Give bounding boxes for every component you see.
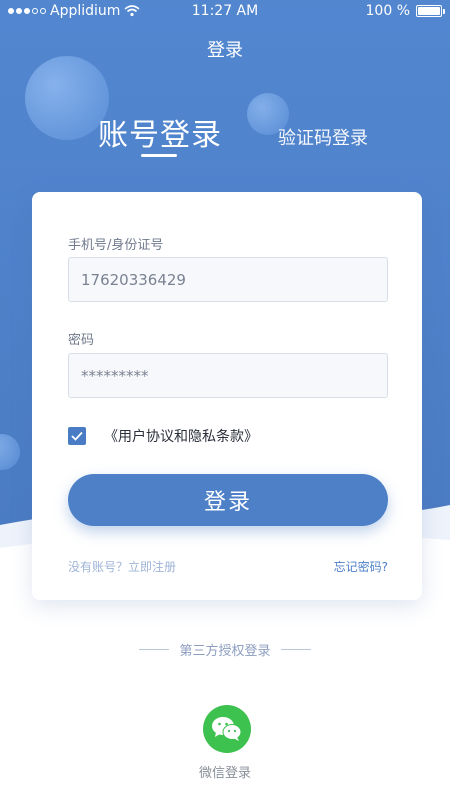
wechat-login-button[interactable] xyxy=(203,705,251,753)
third-party-divider: 第三方授权登录 xyxy=(0,640,450,659)
check-icon xyxy=(71,431,83,441)
password-label: 密码 xyxy=(68,333,95,348)
wechat-login-label: 微信登录 xyxy=(198,766,251,781)
tab-code-login[interactable]: 验证码登录 xyxy=(278,124,368,150)
terms-link[interactable]: 《用户协议和隐私条款》 xyxy=(104,426,258,446)
tab-account-login[interactable]: 账号登录 xyxy=(98,110,222,154)
agree-terms: 《用户协议和隐私条款》 xyxy=(68,426,258,446)
password-input[interactable]: ********* xyxy=(68,353,388,398)
register-link[interactable]: 没有账号？立即注册 xyxy=(68,558,176,575)
third-party-title: 第三方授权登录 xyxy=(179,644,271,659)
login-card: 手机号/身份证号 17620336429 密码 ********* 《用户协议和… xyxy=(32,192,422,600)
account-input[interactable]: 17620336429 xyxy=(68,257,388,302)
wechat-icon xyxy=(212,717,242,741)
divider-line-left xyxy=(139,649,170,650)
login-button[interactable]: 登录 xyxy=(68,474,388,526)
tab-active-indicator xyxy=(141,154,177,157)
page-title: 登录 xyxy=(207,40,243,61)
forgot-password-link[interactable]: 忘记密码? xyxy=(334,558,388,575)
status-bar: Applidium 11:27 AM 100 % xyxy=(0,0,450,24)
agree-checkbox[interactable] xyxy=(68,427,86,445)
divider-line-right xyxy=(280,649,311,650)
battery-percent: 100 % xyxy=(365,3,410,19)
account-label: 手机号/身份证号 xyxy=(68,238,164,253)
battery-icon xyxy=(416,5,445,17)
